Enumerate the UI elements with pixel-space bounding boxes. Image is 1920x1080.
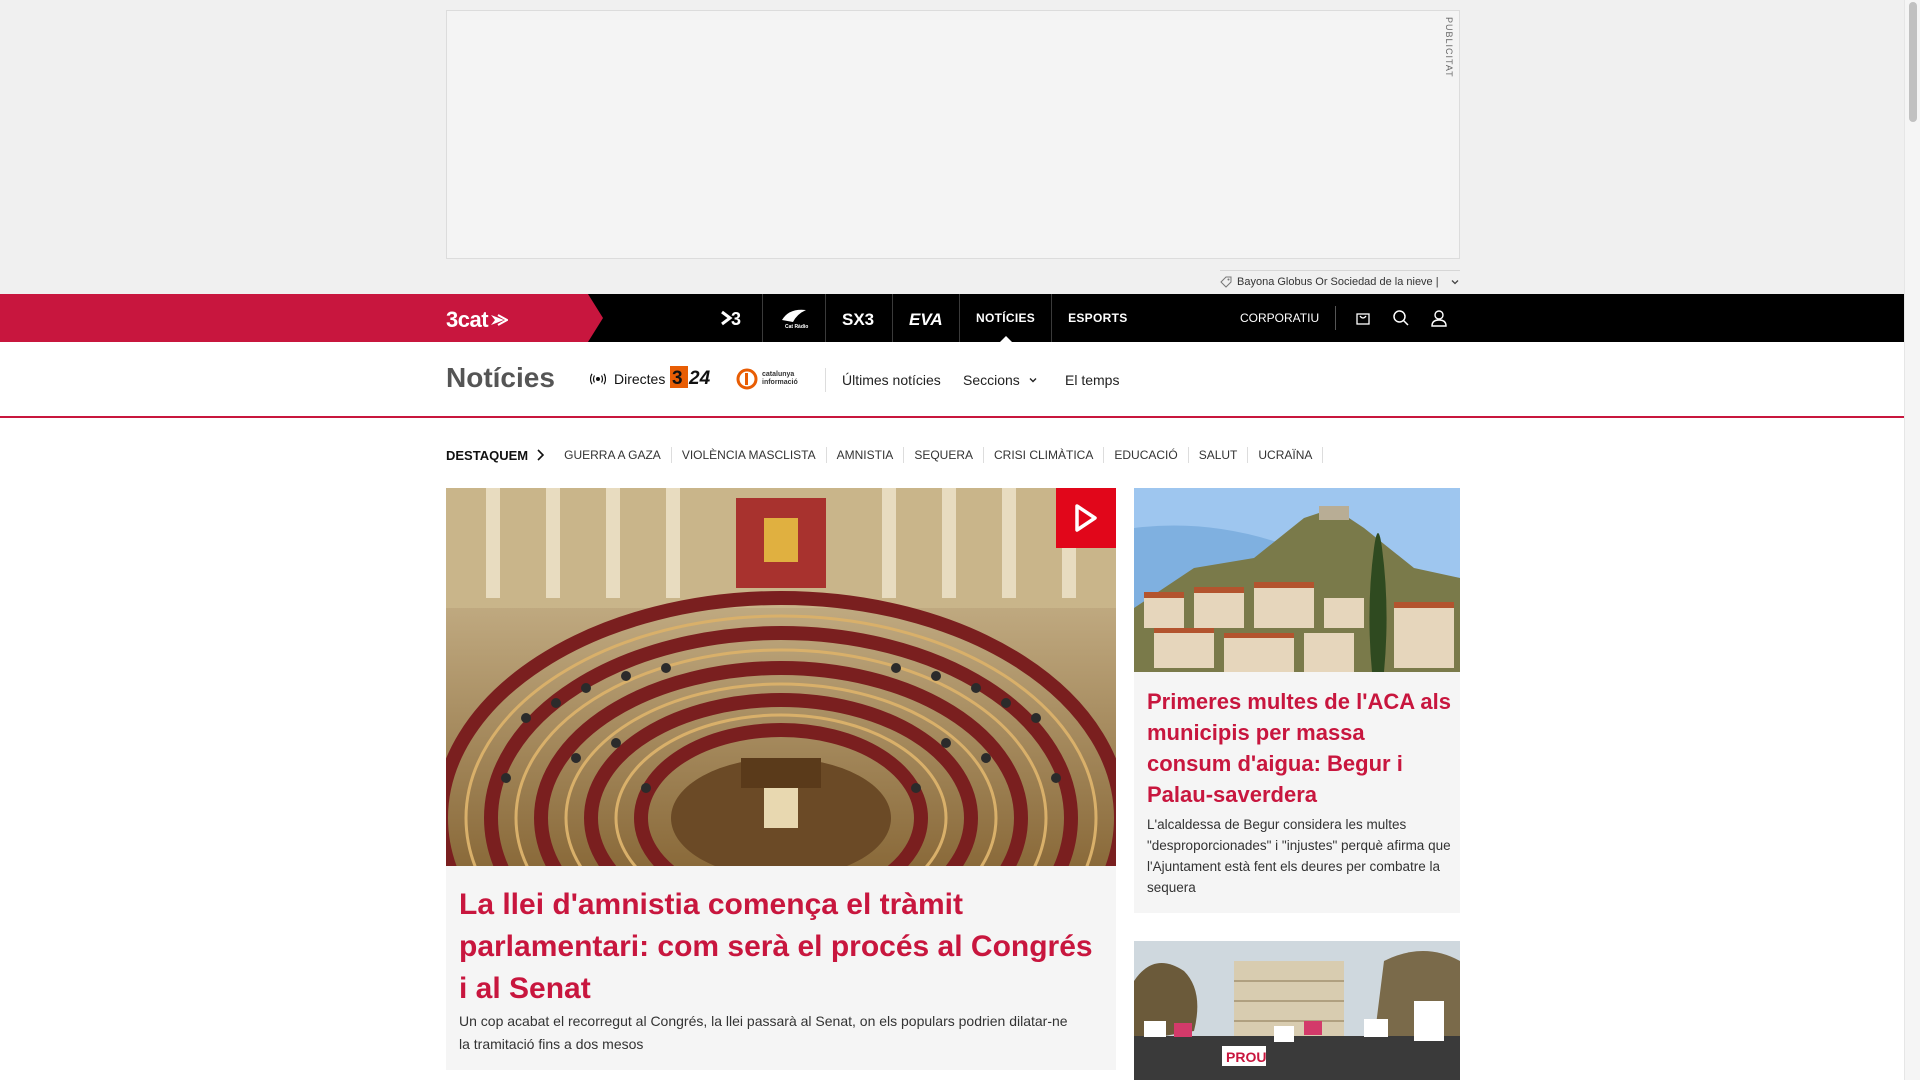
user-button[interactable] — [1420, 294, 1458, 342]
svg-text:Cat Ràdio: Cat Ràdio — [785, 324, 808, 330]
svg-text:24: 24 — [688, 368, 711, 388]
destaquem-label[interactable]: DESTAQUEM — [446, 448, 554, 463]
svg-text:3: 3 — [731, 309, 741, 328]
highlight-item[interactable]: EDUCACIÓ — [1104, 447, 1189, 463]
main-article-title[interactable]: La llei d'amnistia comença el tràmit par… — [459, 884, 1109, 1010]
seccions-label: Seccions — [963, 372, 1020, 388]
highlight-item[interactable]: AMNISTIA — [827, 447, 905, 463]
side-article-summary: L'alcaldessa de Begur considera les mult… — [1147, 817, 1451, 895]
el-temps-link[interactable]: El temps — [1065, 372, 1119, 388]
chevron-down-icon[interactable] — [1450, 277, 1460, 287]
ad-banner[interactable]: PUBLICITAT — [446, 10, 1460, 259]
catalunya-informacio-icon — [736, 368, 758, 390]
channel-noticies[interactable]: NOTÍCIES — [960, 294, 1053, 342]
chevron-down-icon — [1029, 378, 1037, 383]
corporatiu-link[interactable]: CORPORATIU — [1240, 306, 1337, 330]
directes-label: Directes — [614, 371, 666, 387]
scrollbar-thumb[interactable] — [1909, 2, 1917, 122]
highlight-item[interactable]: VIOLÈNCIA MASCLISTA — [672, 447, 827, 463]
channel-esports[interactable]: ESPORTS — [1052, 294, 1143, 342]
tag-icon — [1220, 276, 1232, 288]
highlight-item[interactable]: CRISI CLIMÀTICA — [984, 447, 1105, 463]
brand-block — [0, 294, 603, 342]
channel-noticies-label: NOTÍCIES — [976, 311, 1036, 325]
top-navigation: 3cat 3 Cat Ràdio SX3 EVA NOTÍCIES ESPORT… — [0, 294, 1904, 342]
logo-324-link[interactable]: 3 24 — [670, 366, 722, 393]
page-scrollbar[interactable] — [1904, 0, 1920, 1080]
highlight-item[interactable]: UCRAÏNA — [1248, 447, 1324, 463]
main-article-summary: Un cop acabat el recorregut al Congrés, … — [459, 1013, 1068, 1052]
page-title[interactable]: Notícies — [446, 362, 555, 394]
ad-label: PUBLICITAT — [1444, 17, 1454, 78]
ad-info-text: Bayona Globus Or Sociedad de la nieve | — [1237, 275, 1439, 288]
chevron-right-icon — [537, 449, 545, 461]
header-divider — [825, 368, 826, 392]
highlight-item[interactable]: SALUT — [1189, 447, 1249, 463]
brand-logo[interactable]: 3cat — [446, 307, 509, 333]
shopping-bag-icon — [1356, 313, 1370, 325]
channel-sx3[interactable]: SX3 — [826, 294, 893, 342]
svg-text:EVA: EVA — [909, 310, 943, 328]
live-radio-icon — [590, 373, 606, 385]
channel-esports-label: ESPORTS — [1068, 311, 1128, 325]
channel-list: 3 Cat Ràdio SX3 EVA NOTÍCIES ESPORTS — [704, 294, 1144, 342]
highlight-item[interactable]: GUERRA A GAZA — [554, 447, 672, 463]
protest-sign-text: PROU — [1226, 1049, 1266, 1065]
search-icon — [1393, 310, 1409, 326]
main-article-image[interactable] — [446, 488, 1116, 866]
highlights-bar: DESTAQUEM GUERRA A GAZA VIOLÈNCIA MASCLI… — [446, 444, 1324, 466]
brand-arrow-icon — [491, 314, 509, 326]
nav-right-tools: CORPORATIU — [1240, 294, 1458, 342]
section-header: Notícies Directes 3 24 catalunya informa… — [0, 342, 1904, 418]
play-icon — [1075, 504, 1097, 532]
destaquem-text: DESTAQUEM — [446, 447, 529, 463]
svg-text:3: 3 — [672, 368, 683, 388]
side-article-card[interactable]: Primeres multes de l'ACA als municipis p… — [1134, 488, 1460, 913]
catalunya-informacio-text: catalunya informació — [762, 371, 798, 386]
ad-zone: PUBLICITAT Bayona Globus Or Sociedad de … — [0, 0, 1904, 294]
channel-tv3[interactable]: 3 — [704, 294, 763, 342]
logo-324-icon: 3 24 — [670, 366, 711, 389]
highlight-item[interactable]: SEQUERA — [904, 447, 984, 463]
parliament-hemicycle-image — [446, 488, 1116, 866]
brand-name: 3cat — [446, 307, 489, 332]
search-button[interactable] — [1382, 294, 1420, 342]
seccions-dropdown[interactable]: Seccions — [963, 372, 1038, 388]
directes-link[interactable]: Directes — [590, 371, 665, 387]
ad-info-bar[interactable]: Bayona Globus Or Sociedad de la nieve | — [1220, 270, 1460, 292]
catradio-logo-icon: Cat Ràdio — [782, 309, 808, 330]
side-article-image[interactable] — [1134, 488, 1460, 672]
eva-logo-icon: EVA — [909, 310, 943, 328]
svg-text:SX3: SX3 — [842, 310, 874, 328]
sx3-logo-icon: SX3 — [842, 310, 874, 328]
side-article-title[interactable]: Primeres multes de l'ACA als municipis p… — [1147, 686, 1452, 810]
main-article-card[interactable]: La llei d'amnistia comença el tràmit par… — [446, 488, 1116, 1070]
ultimes-noticies-link[interactable]: Últimes notícies — [842, 372, 941, 388]
catalunya-informacio-link[interactable]: catalunya informació — [736, 368, 812, 390]
play-video-button[interactable] — [1056, 488, 1116, 548]
begur-village-image — [1134, 488, 1460, 672]
side-article-card[interactable]: PROU — [1134, 941, 1460, 1080]
channel-catradio[interactable]: Cat Ràdio — [763, 294, 826, 342]
shop-button[interactable] — [1344, 294, 1382, 342]
channel-eva[interactable]: EVA — [893, 294, 960, 342]
side-article-image[interactable]: PROU — [1134, 941, 1460, 1080]
tv3-logo-icon: 3 — [721, 309, 741, 328]
protest-image: PROU — [1134, 941, 1460, 1080]
user-icon — [1431, 310, 1447, 327]
